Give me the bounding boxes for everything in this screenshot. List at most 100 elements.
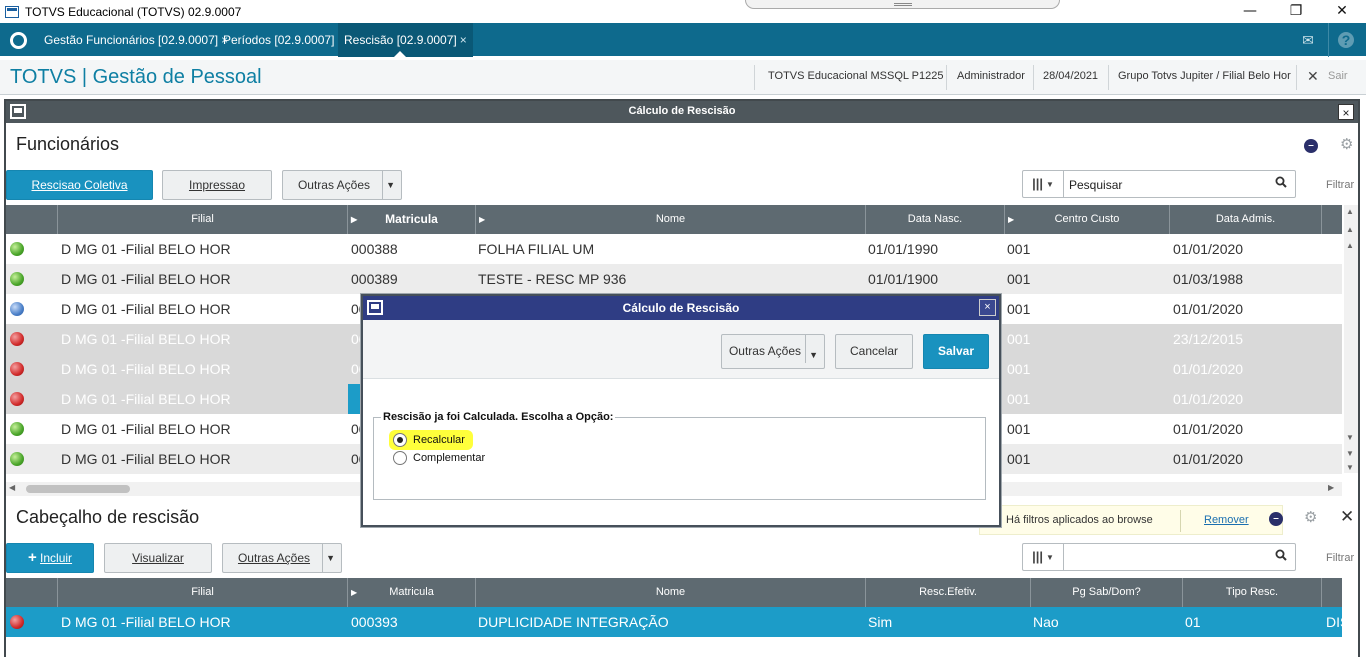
table-row[interactable]: D MG 01 -Filial BELO HOR 000393 DUPLICID… xyxy=(6,607,1342,637)
help-icon[interactable]: ? xyxy=(1338,32,1354,48)
calculo-rescisao-dialog: Cálculo de Rescisão × Outras Ações ▼ Can… xyxy=(361,294,1001,527)
cell-centro-custo: 001 xyxy=(1007,241,1031,257)
column-header-nome[interactable]: Nome xyxy=(476,578,866,607)
visualizar-button[interactable]: Visualizar xyxy=(104,543,212,573)
dialog-close-button[interactable]: × xyxy=(979,299,996,316)
column-header-filial[interactable]: Filial xyxy=(58,205,348,234)
cell-data-admis: 01/01/2020 xyxy=(1173,241,1244,257)
options-group-title: Rescisão ja foi Calculada. Escolha a Opç… xyxy=(381,411,616,423)
collapse-icon[interactable]: – xyxy=(1304,139,1318,153)
cell-centro-custo: 001 xyxy=(1007,451,1031,467)
cabecalho-title: Cabeçalho de rescisão xyxy=(16,507,200,527)
cell-data-admis: 01/01/2020 xyxy=(1173,301,1244,317)
gear-icon[interactable]: ⚙ xyxy=(1340,135,1353,153)
column-header-nome[interactable]: ▶ Nome xyxy=(476,205,866,234)
vertical-scrollbar[interactable]: ▲ ▲ ▲ ▼ ▼ ▼ xyxy=(1344,205,1358,473)
search-input[interactable]: Pesquisar xyxy=(1069,178,1122,192)
exit-button[interactable]: Sair xyxy=(1328,70,1348,82)
cell-centro-custo: 001 xyxy=(1007,331,1031,347)
tab-gestao-funcionarios[interactable]: Gestão Funcionários [02.9.0007] × xyxy=(38,23,234,57)
column-header-matricula[interactable]: ▶ Matricula xyxy=(348,205,476,234)
app-window-icon xyxy=(5,5,19,18)
column-header-resc-efetiv[interactable]: Resc.Efetiv. xyxy=(866,578,1031,607)
cancelar-button[interactable]: Cancelar xyxy=(835,334,913,369)
drag-handle[interactable] xyxy=(745,0,1060,9)
cell-filial: D MG 01 -Filial BELO HOR xyxy=(61,421,231,437)
database-label: TOTVS Educacional MSSQL P1225 xyxy=(768,70,944,82)
gear-icon[interactable]: ⚙ xyxy=(1304,508,1317,526)
rescisao-coletiva-button[interactable]: Rescisao Coletiva xyxy=(6,170,153,200)
cell-nome: FOLHA FILIAL UM xyxy=(478,241,595,257)
cell-nome: DUPLICIDADE INTEGRAÇÃO xyxy=(478,614,669,630)
tab-close-icon[interactable]: × xyxy=(460,33,467,47)
column-header-data-nasc[interactable]: Data Nasc. xyxy=(866,205,1005,234)
radio-complementar[interactable] xyxy=(393,451,407,465)
outras-acoes-button[interactable]: Outras Ações ▼ xyxy=(282,170,402,200)
module-tab-bar: Gestão Funcionários [02.9.0007] × Período… xyxy=(0,23,1366,59)
minimize-button[interactable]: — xyxy=(1227,0,1273,23)
cell-matricula: 000393 xyxy=(351,614,398,630)
plus-icon: + xyxy=(27,549,37,566)
restore-button[interactable]: ❐ xyxy=(1273,0,1319,23)
cell-centro-custo: 001 xyxy=(1007,271,1031,287)
remover-filter-link[interactable]: Remover xyxy=(1204,514,1249,526)
cell-resc-efetiv: Sim xyxy=(868,614,893,630)
cell-tipo-resc: 01 xyxy=(1185,614,1201,630)
os-window-title: TOTVS Educacional (TOTVS) 02.9.0007 xyxy=(25,4,242,19)
column-header-data-admis[interactable]: Data Admis. xyxy=(1170,205,1322,234)
search-icon[interactable] xyxy=(1275,176,1287,188)
mail-icon[interactable]: ✉ xyxy=(1299,31,1317,49)
column-header-centro-custo[interactable]: ▶ Centro Custo xyxy=(1005,205,1170,234)
cell-centro-custo: 001 xyxy=(1007,391,1031,407)
status-dot xyxy=(10,422,24,436)
totvs-logo-icon[interactable] xyxy=(10,32,27,49)
status-dot xyxy=(10,452,24,466)
filter-notice-text: Há filtros aplicados ao browse xyxy=(1006,514,1153,526)
close-section-icon[interactable]: ✕ xyxy=(1340,507,1354,527)
table-row[interactable]: D MG 01 -Filial BELO HOR 000389 TESTE - RE… xyxy=(6,264,1342,294)
cell-centro-custo: 001 xyxy=(1007,361,1031,377)
status-dot xyxy=(10,392,24,406)
app-title: TOTVS | Gestão de Pessoal xyxy=(10,66,262,88)
dialog-outras-acoes-button[interactable]: Outras Ações ▼ xyxy=(721,334,825,369)
columns-menu-icon[interactable]: ||| ▼ xyxy=(1023,171,1064,197)
search-box[interactable]: ||| ▼ Pesquisar xyxy=(1022,170,1296,198)
cell-data-admis: 01/01/2020 xyxy=(1173,361,1244,377)
table-row[interactable]: D MG 01 -Filial BELO HOR 000388 FOLHA FILI… xyxy=(6,234,1342,264)
os-title-bar: TOTVS Educacional (TOTVS) 02.9.0007 — ❐ … xyxy=(0,0,1366,23)
impressao-button[interactable]: Impressao xyxy=(162,170,272,200)
outras-acoes-button-2[interactable]: Outras Ações ▼ xyxy=(222,543,342,573)
cell-data-admis: 01/01/2020 xyxy=(1173,421,1244,437)
cell-filial: D MG 01 -Filial BELO HOR xyxy=(61,361,231,377)
tab-label: Rescisão [02.9.0007] xyxy=(344,33,457,47)
filtrar-link-2[interactable]: Filtrar xyxy=(1326,552,1354,564)
column-header-tipo-resc[interactable]: Tipo Resc. xyxy=(1183,578,1322,607)
filtrar-link[interactable]: Filtrar xyxy=(1326,179,1354,191)
group-label: Grupo Totvs Jupiter / Filial Belo Hor xyxy=(1118,70,1291,82)
cell-nome: TESTE - RESC MP 936 xyxy=(478,271,627,287)
incluir-button[interactable]: + Incluir xyxy=(6,543,94,573)
chevron-down-icon: ▼ xyxy=(809,350,818,360)
column-header-matricula[interactable]: ▶ Matricula xyxy=(348,578,476,607)
cell-filial: D MG 01 -Filial BELO HOR xyxy=(61,451,231,467)
column-header-filial[interactable]: Filial xyxy=(58,578,348,607)
search-box-2[interactable]: ||| ▼ xyxy=(1022,543,1296,571)
radio-label: Complementar xyxy=(413,452,486,464)
cell-data-admis: 01/03/1988 xyxy=(1173,271,1244,287)
status-dot xyxy=(10,302,24,316)
tab-label: Gestão Funcionários [02.9.0007] xyxy=(44,33,219,47)
search-icon[interactable] xyxy=(1275,549,1287,561)
dialog-title-bar: Cálculo de Rescisão × xyxy=(363,296,999,320)
column-header-pg-sab-dom[interactable]: Pg Sab/Dom? xyxy=(1031,578,1183,607)
salvar-button[interactable]: Salvar xyxy=(923,334,989,369)
app-header: TOTVS | Gestão de Pessoal TOTVS Educacio… xyxy=(0,60,1366,95)
window-close-button[interactable]: × xyxy=(1338,104,1354,120)
exit-icon[interactable]: ✕ xyxy=(1307,68,1319,85)
cell-matricula: 000389 xyxy=(351,271,398,287)
columns-menu-icon[interactable]: ||| ▼ xyxy=(1023,544,1064,570)
collapse-icon[interactable]: – xyxy=(1269,512,1283,526)
tab-periodos[interactable]: Períodos [02.9.0007]× xyxy=(217,23,350,57)
cell-extra: DIS xyxy=(1326,614,1342,630)
close-window-button[interactable]: ✕ xyxy=(1319,0,1365,23)
radio-recalcular[interactable] xyxy=(393,433,407,447)
